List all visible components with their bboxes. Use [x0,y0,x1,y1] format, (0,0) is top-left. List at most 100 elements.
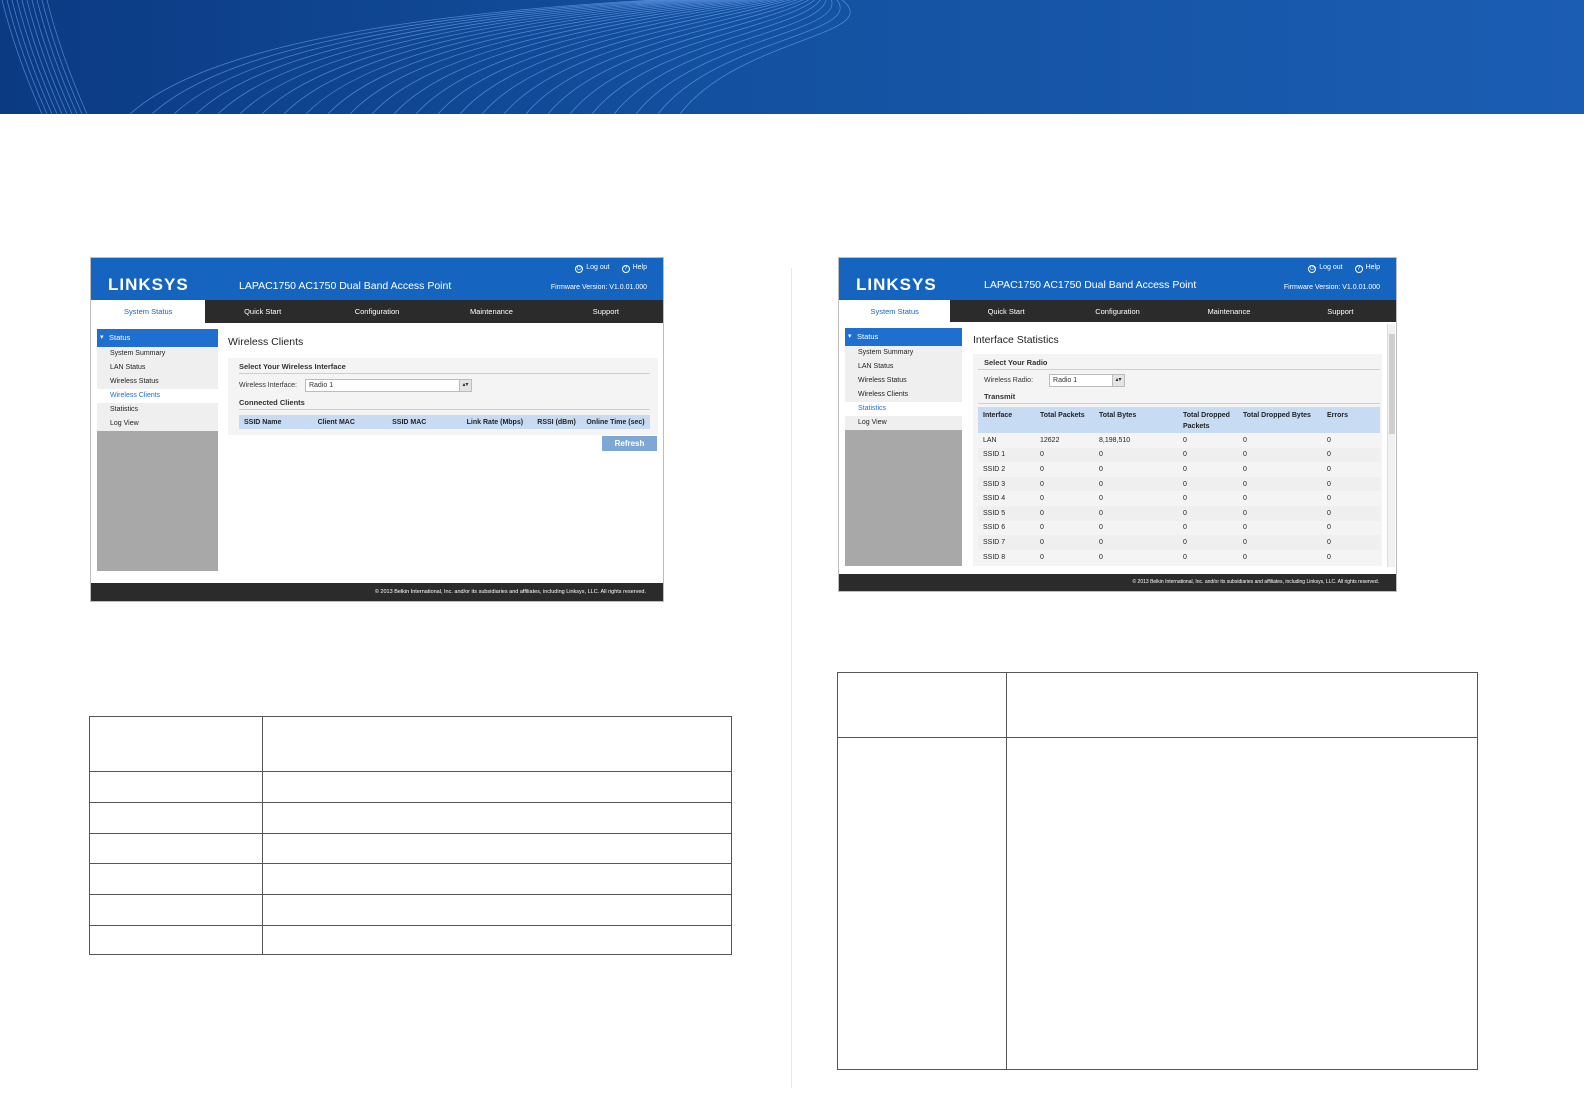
table-cell: 0 [1099,509,1103,517]
logout-link[interactable]: ⏻ Log out [1308,264,1343,273]
table-cell: 0 [1099,553,1103,561]
sidebar: Status System Summary LAN Status Wireles… [97,329,218,571]
clients-column-header: SSID MAC [392,418,427,426]
table-cell: LAN [983,436,997,444]
table-cell: 0 [1040,495,1044,503]
table-cell: 0 [1327,509,1331,517]
select-arrows-icon: ▴▾ [1112,375,1125,386]
radio-select[interactable]: Radio 1 ▴▾ [1049,374,1126,387]
radio-row: Wireless Radio: Radio 1 ▴▾ [978,374,1380,387]
tab-quick-start[interactable]: Quick Start [205,300,319,323]
interface-row: Wireless Interface: Radio 1 ▴▾ [239,379,650,392]
sidebar-item-wireless-clients[interactable]: Wireless Clients [845,388,962,402]
clients-column-header: Online Time (sec) [586,418,645,426]
content-area: Wireless Clients Select Your Wireless In… [228,336,658,435]
sidebar-item-wireless-clients[interactable]: Wireless Clients [97,389,218,403]
table-cell: 0 [1099,538,1103,546]
sidebar-filler [845,430,962,566]
clients-table-header: SSID Name Client MAC SSID MAC Link Rate (Mb… [239,415,650,429]
table-cell: 0 [1243,509,1247,517]
app-footer: © 2013 Belkin International, Inc. and/or… [839,574,1396,591]
sidebar-item-lan-status[interactable]: LAN Status [845,360,962,374]
page-title: Wireless Clients [228,336,304,348]
sidebar-item-lan-status[interactable]: LAN Status [97,361,218,375]
help-link[interactable]: ? Help [1354,264,1380,273]
section-select-interface: Select Your Wireless Interface [239,362,650,374]
app-header: LINKSYS LAPAC1750 AC1750 Dual Band Acces… [91,258,663,300]
table-row: SSID 3 0 0 0 0 0 [978,476,1380,492]
sidebar-section-status[interactable]: Status [97,329,218,347]
table-cell: SSID 3 [983,480,1006,488]
table-cell: 0 [1099,524,1103,532]
refresh-button[interactable]: Refresh [602,436,657,451]
table-cell: 0 [1243,553,1247,561]
table-cell: SSID 1 [983,451,1006,459]
section-transmit: Transmit [978,392,1380,404]
tab-quick-start[interactable]: Quick Start [950,300,1061,322]
content-scrollbar[interactable] [1387,324,1395,567]
table-cell: SSID 8 [983,553,1006,561]
table-cell: 0 [1099,451,1103,459]
table-cell: 0 [1183,509,1187,517]
interface-select[interactable]: Radio 1 ▴▾ [304,379,472,392]
main-nav: System Status Quick Start Configuration … [91,300,663,323]
app-footer: © 2013 Belkin International, Inc. and/or… [91,583,663,601]
logout-link[interactable]: ⏻ Log out [575,264,610,273]
stats-column-header: Total Bytes [1099,412,1137,419]
sidebar-item-statistics[interactable]: Statistics [845,402,962,416]
tab-configuration[interactable]: Configuration [320,300,434,323]
table-cell: 0 [1183,436,1187,444]
table-row: SSID 5 0 0 0 0 0 [978,505,1380,521]
top-links: ⏻ Log out ? Help [575,264,647,273]
sidebar-section-status[interactable]: Status [845,328,962,346]
sidebar-item-log-view[interactable]: Log View [97,417,218,431]
table-cell: 0 [1243,451,1247,459]
document-page: LINKSYS LAPAC1750 AC1750 Dual Band Acces… [0,0,1584,1111]
table-row: LAN 12622 8,198,510 0 0 0 [978,433,1380,448]
table-cell: 0 [1040,524,1044,532]
sidebar-item-statistics[interactable]: Statistics [97,403,218,417]
main-nav: System Status Quick Start Configuration … [839,300,1396,322]
sidebar-item-system-summary[interactable]: System Summary [97,347,218,361]
tab-system-status[interactable]: System Status [839,300,951,322]
table-row: SSID 4 0 0 0 0 0 [978,491,1380,506]
model-name: LAPAC1750 AC1750 Dual Band Access Point [239,280,452,292]
model-name: LAPAC1750 AC1750 Dual Band Access Point [984,279,1197,291]
table-cell: SSID 4 [983,495,1006,503]
tab-support[interactable]: Support [549,300,663,323]
stats-column-header: Errors [1327,412,1349,419]
sidebar-item-system-summary[interactable]: System Summary [845,346,962,360]
sidebar-item-wireless-status[interactable]: Wireless Status [97,375,218,389]
banner-wave-graphic [0,0,1584,114]
scrollbar-thumb[interactable] [1389,334,1395,434]
help-link[interactable]: ? Help [621,264,647,273]
tab-maintenance[interactable]: Maintenance [434,300,548,323]
sidebar-item-log-view[interactable]: Log View [845,416,962,430]
clients-column-header: SSID Name [244,418,282,426]
table-cell: SSID 6 [983,524,1006,532]
sidebar-item-wireless-status[interactable]: Wireless Status [845,374,962,388]
table-cell: SSID 2 [983,465,1006,473]
tab-maintenance[interactable]: Maintenance [1173,300,1284,322]
interface-panel: Select Your Wireless Interface Wireless … [228,358,658,435]
linksys-logo: LINKSYS [108,275,189,294]
table-cell: 0 [1327,553,1331,561]
power-icon: ⏻ [575,265,584,273]
table-cell: 0 [1243,465,1247,473]
table-cell: 0 [1327,465,1331,473]
table-cell: 0 [1243,436,1247,444]
tab-support[interactable]: Support [1285,300,1396,322]
table-cell: 0 [1040,465,1044,473]
top-links: ⏻ Log out ? Help [1308,264,1380,273]
tab-system-status[interactable]: System Status [91,300,206,323]
table-row: SSID 1 0 0 0 0 0 [978,447,1380,463]
section-select-radio: Select Your Radio [978,358,1380,370]
table-row: SSID 8 0 0 0 0 0 [978,550,1380,565]
tab-configuration[interactable]: Configuration [1062,300,1173,322]
linksys-logo: LINKSYS [856,275,937,294]
clients-column-header: Link Rate (Mbps) [466,418,524,426]
sidebar-filler [97,431,218,571]
table-row: SSID 7 0 0 0 0 0 [978,535,1380,550]
section-connected-clients: Connected Clients [239,398,650,410]
radio-label: Wireless Radio: [984,377,1034,384]
